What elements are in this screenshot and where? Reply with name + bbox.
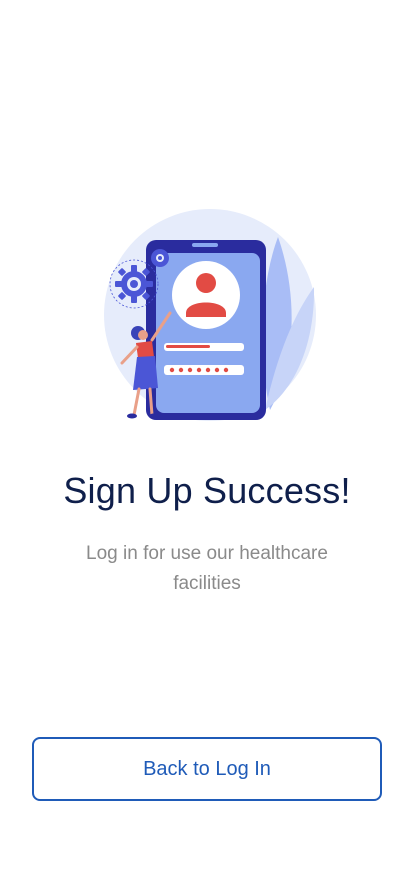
back-to-login-button[interactable]: Back to Log In bbox=[32, 737, 382, 801]
phone-signup-icon bbox=[104, 209, 316, 421]
signup-success-illustration bbox=[100, 205, 320, 425]
page-title: Sign Up Success! bbox=[63, 470, 351, 511]
page-subtitle: Log in for use our healthcare facilities bbox=[86, 543, 328, 594]
